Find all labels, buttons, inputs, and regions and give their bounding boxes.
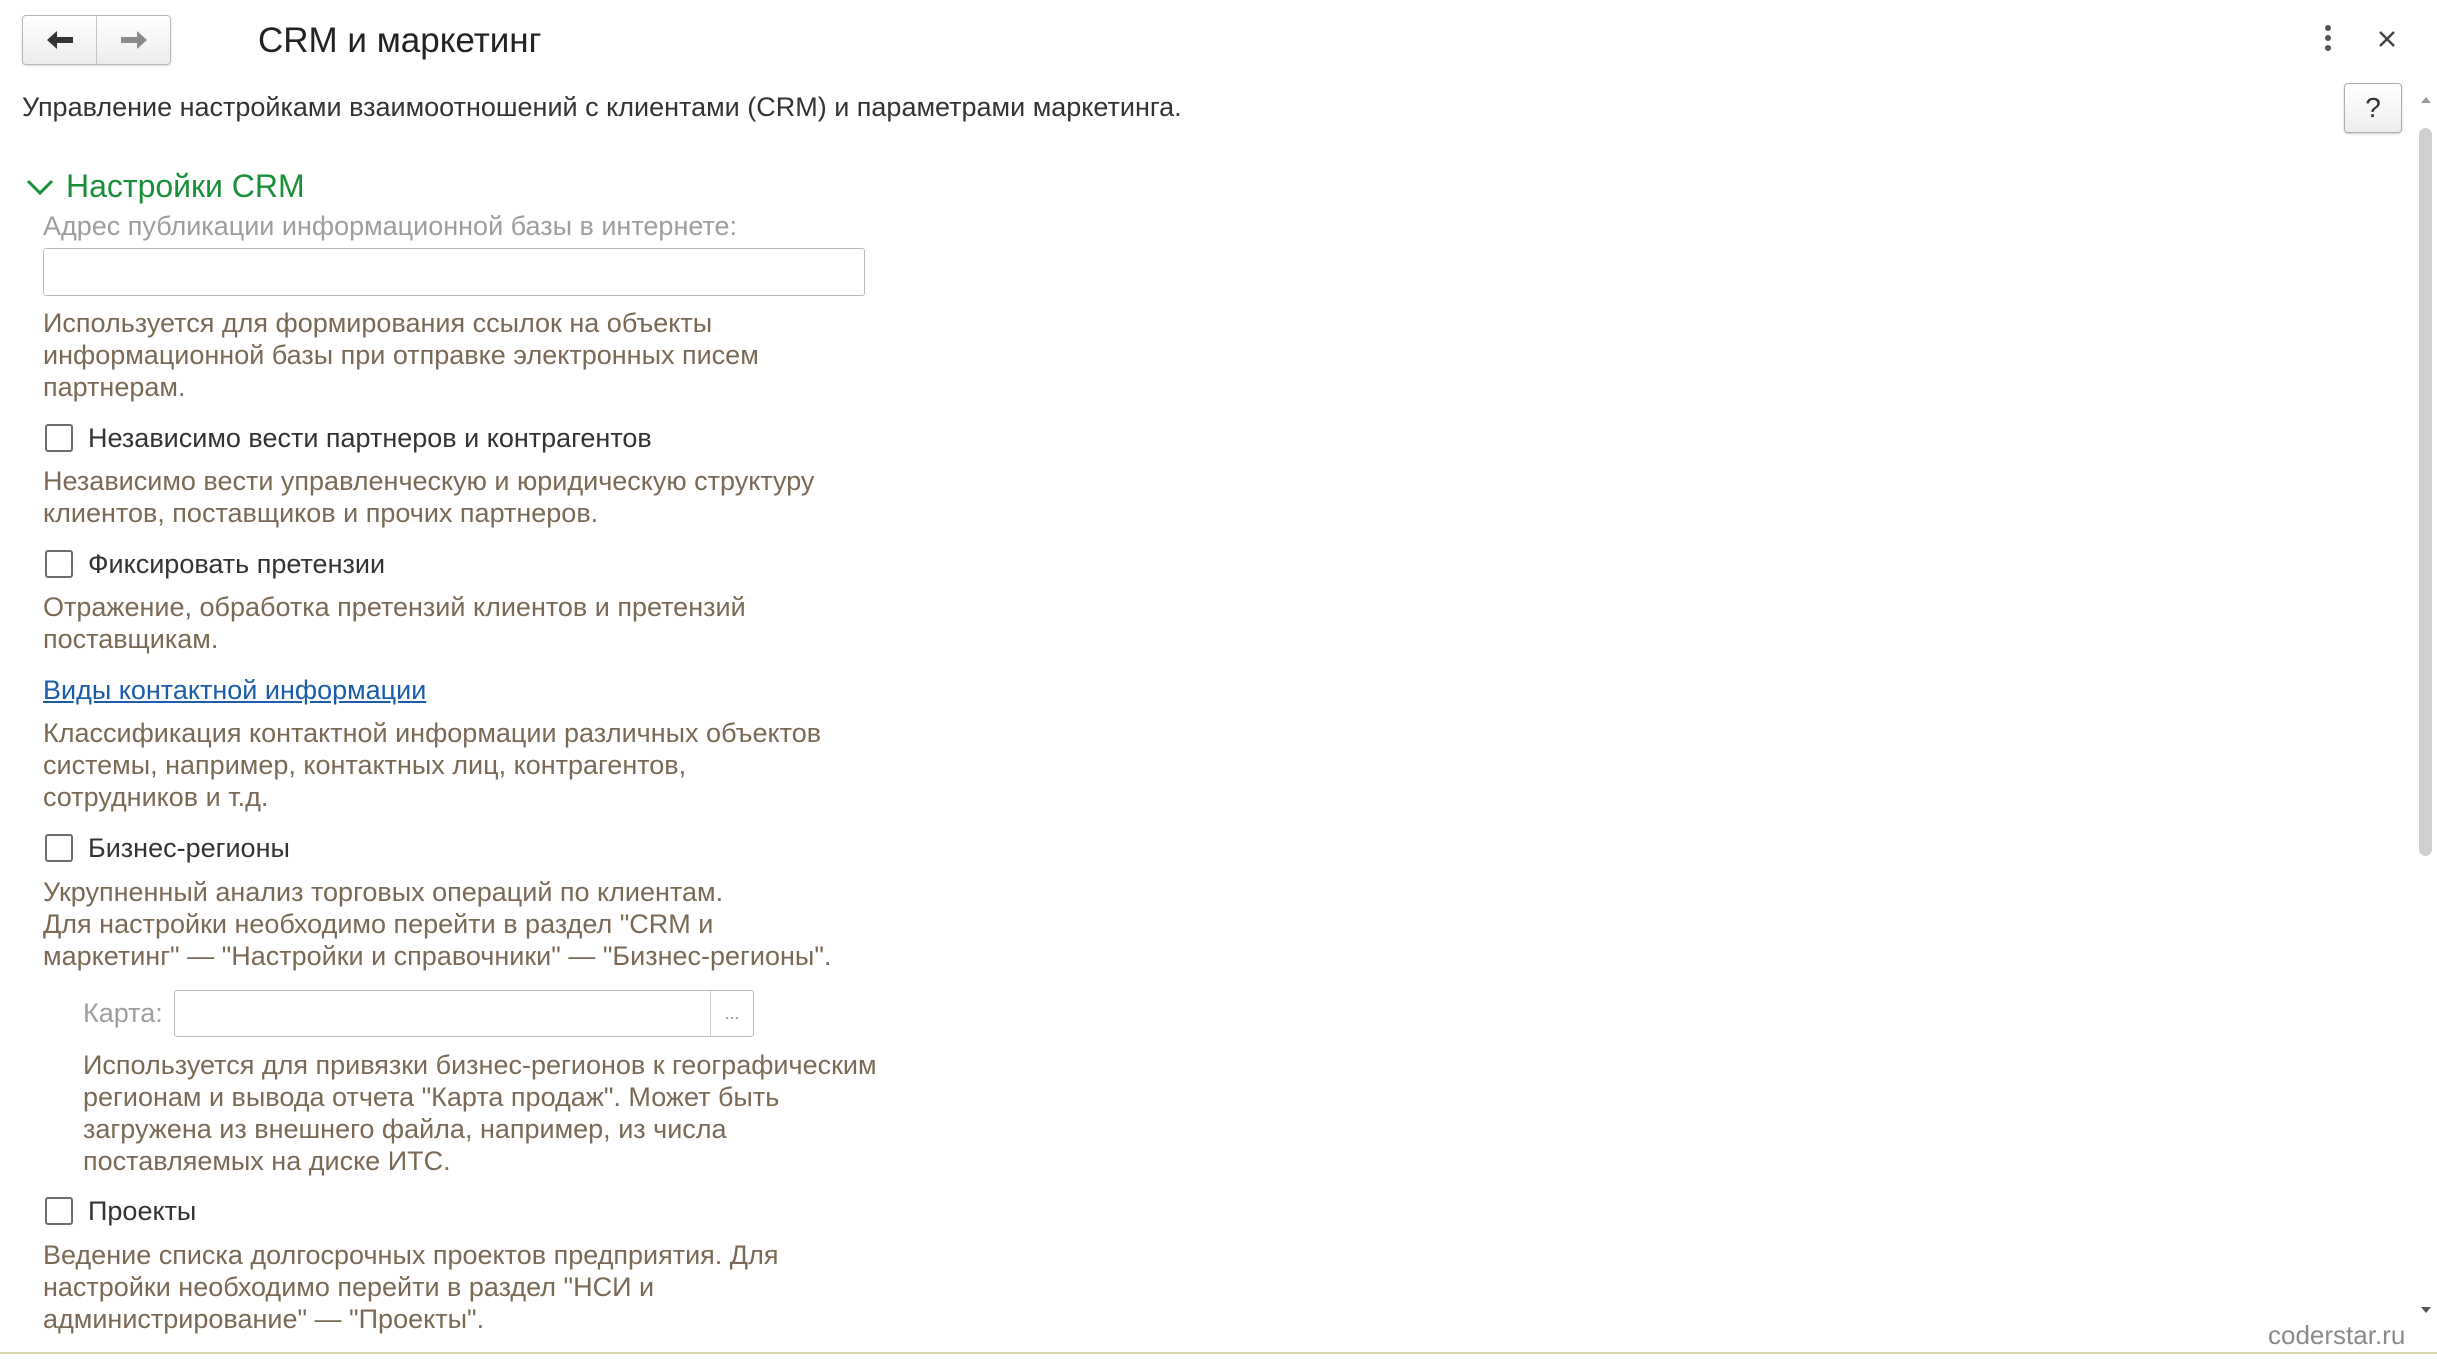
close-icon[interactable] [2372,24,2402,54]
publication-address-input[interactable] [43,248,865,296]
claims-option[interactable]: Фиксировать претензии [45,546,385,582]
chevron-down-icon [26,179,54,196]
hint-line: Отражение, обработка претензий клиентов … [43,592,746,622]
hint-line: настройки необходимо перейти в раздел "Н… [43,1272,655,1302]
hint-line: маркетинг" — "Настройки и справочники" —… [43,941,832,971]
hint-line: Классификация контактной информации разл… [43,718,822,748]
watermark: coderstar.ru [2268,1320,2406,1350]
independent-partners-option[interactable]: Независимо вести партнеров и контрагенто… [45,420,652,456]
hint-line: регионам и вывода отчета "Карта продаж".… [83,1082,780,1112]
hint-line: поставщикам. [43,624,219,654]
hint-line: клиентов, поставщиков и прочих партнеров… [43,498,599,528]
checkbox-label: Проекты [88,1196,197,1226]
map-field: ... [174,990,754,1037]
address-hint: Используется для формирования ссылок на … [43,307,759,403]
map-hint: Используется для привязки бизнес-регионо… [83,1049,877,1177]
projects-checkbox[interactable] [45,1197,73,1225]
hint-line: поставляемых на диске ИТС. [83,1146,451,1176]
hint-line: Независимо вести управленческую и юридич… [43,466,815,496]
hint-line: администрирование" — "Проекты". [43,1304,485,1334]
map-input[interactable] [175,991,710,1036]
map-label: Карта: [83,998,163,1028]
history-nav [22,15,171,65]
checkbox-label: Независимо вести партнеров и контрагенто… [88,423,652,453]
map-select-button[interactable]: ... [710,991,753,1036]
business-regions-hint: Укрупненный анализ торговых операций по … [43,876,831,972]
contact-info-types-link[interactable]: Виды контактной информации [43,672,426,708]
independent-partners-hint: Независимо вести управленческую и юридич… [43,465,814,529]
hint-line: Для настройки необходимо перейти в разде… [43,909,714,939]
hint-line: Укрупненный анализ торговых операций по … [43,877,724,907]
arrow-right-icon [120,31,147,49]
bottom-divider [0,1352,2437,1354]
projects-option[interactable]: Проекты [45,1193,196,1229]
hint-line: партнерам. [43,372,186,402]
scrollbar-thumb[interactable] [2419,128,2432,856]
hint-line: сотрудников и т.д. [43,782,269,812]
scroll-down-arrow-icon[interactable] [2418,1302,2434,1318]
hint-line: Используется для привязки бизнес-регионо… [83,1050,877,1080]
back-button[interactable] [23,16,96,64]
business-regions-option[interactable]: Бизнес-регионы [45,830,290,866]
scroll-up-arrow-icon[interactable] [2418,92,2434,108]
section-crm-settings-header[interactable]: Настройки CRM [24,164,305,208]
section-title: Настройки CRM [66,168,305,204]
hint-line: Используется для формирования ссылок на … [43,308,713,338]
form-description: Управление настройками взаимоотношений с… [22,92,1182,122]
hint-line: информационной базы при отправке электро… [43,340,759,370]
claims-hint: Отражение, обработка претензий клиентов … [43,591,746,655]
checkbox-label: Фиксировать претензии [88,549,386,579]
page-title: CRM и маркетинг [258,21,542,60]
business-regions-checkbox[interactable] [45,834,73,862]
forward-button[interactable] [96,16,170,64]
checkbox-label: Бизнес-регионы [88,833,290,863]
claims-checkbox[interactable] [45,550,73,578]
more-vertical-icon[interactable] [2316,22,2340,54]
projects-hint: Ведение списка долгосрочных проектов пре… [43,1239,778,1335]
contact-info-hint: Классификация контактной информации разл… [43,717,821,813]
hint-line: загружена из внешнего файла, например, и… [83,1114,727,1144]
help-button[interactable]: ? [2344,83,2402,133]
hint-line: Ведение списка долгосрочных проектов пре… [43,1240,779,1270]
hint-line: системы, например, контактных лиц, контр… [43,750,687,780]
independent-partners-checkbox[interactable] [45,424,73,452]
arrow-left-icon [46,31,73,49]
address-label: Адрес публикации информационной базы в и… [43,211,738,241]
